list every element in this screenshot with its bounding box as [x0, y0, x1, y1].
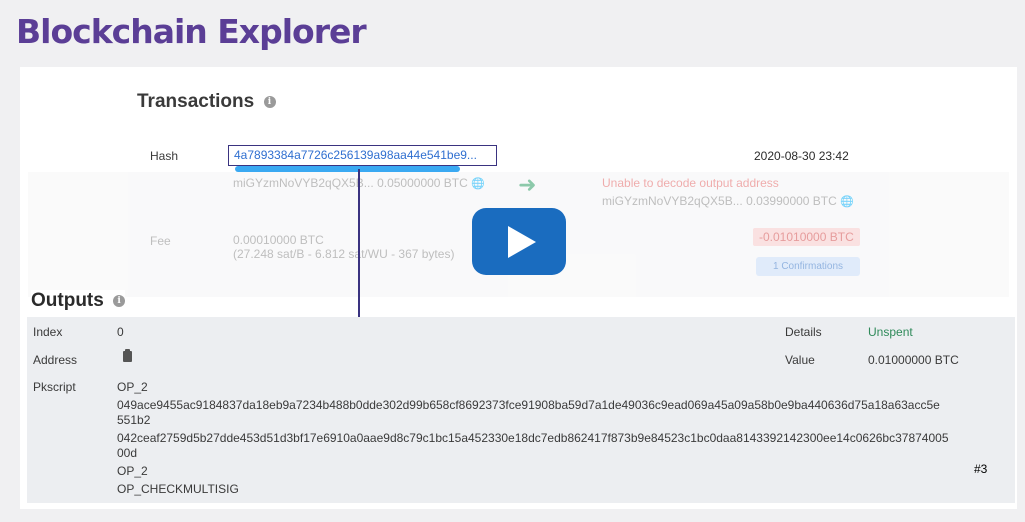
- play-icon: [508, 226, 536, 258]
- info-icon[interactable]: i: [263, 95, 276, 108]
- pkscript-line: OP_2: [117, 380, 148, 394]
- output-address-row: miGYzmNoVYB2qQX5B... 0.03990000 BTC 🌐: [602, 194, 854, 208]
- confirmations-badge: 1 Confirmations: [756, 257, 860, 276]
- page-title: Blockchain Explorer: [16, 12, 367, 51]
- pkscript-line: 551b2: [117, 413, 151, 427]
- arrow-right-icon: ➜: [518, 172, 537, 197]
- net-amount-badge: -0.01010000 BTC: [753, 228, 860, 246]
- value-label: Value: [785, 353, 815, 367]
- value-value: 0.01000000 BTC: [868, 353, 959, 367]
- transactions-heading: Transactions i: [137, 91, 276, 113]
- globe-icon[interactable]: 🌐: [840, 196, 854, 208]
- index-value: 0: [117, 325, 124, 339]
- output-decode-error: Unable to decode output address: [602, 176, 779, 190]
- outputs-heading-text: Outputs: [31, 290, 104, 311]
- info-icon[interactable]: i: [113, 294, 126, 307]
- fee-value: 0.00010000 BTC: [233, 233, 324, 247]
- fee-detail: (27.248 sat/B - 6.812 sat/WU - 367 bytes…: [233, 247, 455, 261]
- transactions-heading-text: Transactions: [137, 91, 255, 112]
- input-address[interactable]: miGYzmNoVYB2qQX5B...: [233, 176, 374, 190]
- globe-icon[interactable]: 🌐: [471, 178, 485, 190]
- output-address[interactable]: miGYzmNoVYB2qQX5B...: [602, 194, 743, 208]
- clipboard-icon[interactable]: [123, 349, 132, 362]
- address-label: Address: [33, 353, 78, 367]
- pkscript-line: OP_CHECKMULTISIG: [117, 482, 239, 496]
- pkscript-label: Pkscript: [33, 380, 76, 394]
- hash-link[interactable]: 4a7893384a7726c256139a98aa44e541be9...: [228, 145, 497, 166]
- transaction-date: 2020-08-30 23:42: [754, 149, 849, 163]
- pkscript-line: 042ceaf2759d5b27dde453d51d3bf17e6910a0aa…: [117, 431, 949, 445]
- input-amount: 0.05000000 BTC: [377, 176, 468, 190]
- pkscript-line: OP_2: [117, 464, 148, 478]
- pkscript-line: 049ace9455ac9184837da18eb9a7234b488b0dde…: [117, 398, 940, 412]
- outputs-heading: Outputs i: [31, 290, 126, 312]
- pkscript-line: 00d: [117, 446, 138, 460]
- outputs-panel: Index 0 Details Unspent Address Value 0.…: [27, 317, 1015, 503]
- fee-label: Fee: [150, 234, 171, 248]
- details-label: Details: [785, 325, 822, 339]
- details-value: Unspent: [868, 325, 913, 339]
- annotation-marker: #3: [974, 462, 988, 476]
- index-label: Index: [33, 325, 63, 339]
- play-button[interactable]: [472, 208, 566, 275]
- output-amount: 0.03990000 BTC: [746, 194, 837, 208]
- hash-label: Hash: [150, 149, 179, 163]
